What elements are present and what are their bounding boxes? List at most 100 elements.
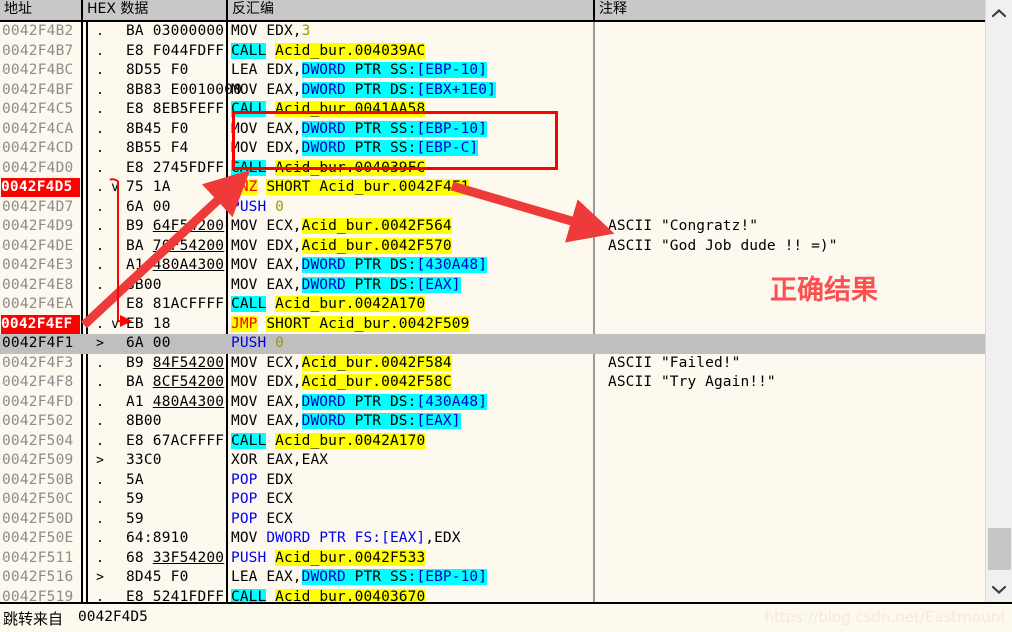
disassembly-row[interactable]: 0042F4BF. 8B83 E0010000 MOV EAX,DWORD PTR … xyxy=(0,81,985,101)
row-disassembly: PUSH 0 xyxy=(231,335,285,351)
row-flag-marker: . xyxy=(96,589,104,603)
column-header-address[interactable]: 地址 xyxy=(0,0,83,20)
row-hex-data: 8D45 F0 xyxy=(126,569,189,585)
row-comment: ASCII "Congratz!" xyxy=(608,218,759,234)
status-address: 0042F4D5 xyxy=(78,609,148,625)
row-address: 0042F4B2 xyxy=(2,23,74,39)
row-flag-marker: . xyxy=(96,82,104,98)
row-address: 0042F4C5 xyxy=(2,101,74,117)
scrollbar-thumb[interactable] xyxy=(988,528,1011,570)
annotation-label-correct-result: 正确结果 xyxy=(770,275,878,306)
row-flag-marker: . xyxy=(96,433,104,449)
disassembly-row[interactable]: 0042F4CA. 8B45 F0 MOV EAX,DWORD PTR SS:[EB… xyxy=(0,120,985,140)
vertical-scrollbar[interactable] xyxy=(985,0,1012,602)
row-flag-marker: . xyxy=(96,355,104,371)
row-hex-data: 59 xyxy=(126,510,144,527)
row-disassembly: MOV ECX,Acid_bur.0042F564 xyxy=(231,218,452,234)
column-header-comment[interactable]: 注释 xyxy=(595,0,985,20)
row-disassembly: CALL Acid_bur.0041AA58 xyxy=(231,101,426,117)
row-disassembly: POP EDX xyxy=(231,471,293,488)
row-flag-marker: . xyxy=(96,316,104,332)
row-flag-marker: . xyxy=(96,414,104,429)
row-hex-data: BA 03000000 xyxy=(126,23,225,39)
row-disassembly: CALL Acid_bur.0042A170 xyxy=(231,432,426,449)
row-address: 0042F4BF xyxy=(2,81,74,98)
row-hex-data: 59 xyxy=(126,491,144,507)
disassembly-row[interactable]: 0042F519. E8 5241FDFF CALL Acid_bur.004036… xyxy=(0,588,985,603)
disassembly-row[interactable]: 0042F4F3. B9 84F54200 MOV ECX,Acid_bur.004… xyxy=(0,354,985,374)
row-hex-data: E8 F044FDFF xyxy=(126,42,225,59)
disassembly-row[interactable]: 0042F4D0. E8 2745FDFF CALL Acid_bur.004039… xyxy=(0,159,985,179)
disassembly-row[interactable]: 0042F4DE. BA 70F54200 MOV EDX,Acid_bur.004… xyxy=(0,237,985,257)
row-address: 0042F4CD xyxy=(2,140,74,156)
row-address: 0042F4CA xyxy=(2,120,74,137)
disassembly-row[interactable]: 0042F50B. 5A POP EDX xyxy=(0,471,985,491)
row-hex-data: 8B00 xyxy=(126,276,162,293)
row-disassembly: MOV ECX,Acid_bur.0042F584 xyxy=(231,354,452,371)
row-address: 0042F502 xyxy=(2,413,74,429)
disassembly-row[interactable]: 0042F511. 68 33F54200 PUSH Acid_bur.0042F5… xyxy=(0,549,985,569)
row-disassembly: MOV EDX,Acid_bur.0042F58C xyxy=(231,374,452,390)
row-hex-data: E8 8EB5FEFF xyxy=(126,101,225,117)
disassembly-row[interactable]: 0042F50E. 64:8910 MOV DWORD PTR FS:[EAX],E… xyxy=(0,529,985,549)
row-flag-marker: . xyxy=(96,63,104,78)
disassembly-row[interactable]: 0042F4B2. BA 03000000 MOV EDX,3 xyxy=(0,22,985,42)
row-disassembly: MOV EAX,DWORD PTR DS:[EBX+1E0] xyxy=(231,81,496,98)
row-comment: ASCII "Failed!" xyxy=(608,354,741,371)
row-flag-marker: . xyxy=(96,258,104,273)
disassembly-list[interactable]: 0042F4B2. BA 03000000 MOV EDX,3 0042F4B7. E8… xyxy=(0,22,985,602)
row-disassembly: MOV EDX,Acid_bur.0042F570 xyxy=(231,237,452,254)
disassembly-row[interactable]: 0042F4BC. 8D55 F0 LEA EDX,DWORD PTR SS:[EB… xyxy=(0,61,985,81)
disassembly-row[interactable]: 0042F509 >33C0 XOR EAX,EAX xyxy=(0,451,985,471)
disassembly-row[interactable]: 0042F4FD. A1 480A4300 MOV EAX,DWORD PTR DS… xyxy=(0,393,985,413)
row-address: 0042F519 xyxy=(2,588,74,603)
row-address: 0042F4EF xyxy=(1,314,80,334)
disassembly-row[interactable]: 0042F4EF. v EB 18 JMP SHORT Acid_bur.0042F5… xyxy=(0,314,985,335)
row-hex-data: E8 67ACFFFF xyxy=(126,432,225,449)
row-flag-marker: . xyxy=(96,238,104,254)
row-hex-data: EB 18 xyxy=(126,315,171,332)
disassembly-row[interactable]: 0042F4F8. BA 8CF54200 MOV EDX,Acid_bur.004… xyxy=(0,373,985,393)
row-disassembly: MOV EAX,DWORD PTR DS:[430A48] xyxy=(231,393,488,410)
row-address: 0042F4B7 xyxy=(2,42,74,59)
disassembly-row[interactable]: 0042F50D. 59 POP ECX xyxy=(0,510,985,530)
row-address: 0042F504 xyxy=(2,432,74,449)
row-flag-marker: . xyxy=(96,472,104,488)
disassembly-row[interactable]: 0042F4CD. 8B55 F4 MOV EDX,DWORD PTR SS:[EB… xyxy=(0,139,985,159)
row-hex-data: 68 33F54200 xyxy=(126,549,225,566)
row-address: 0042F4D7 xyxy=(2,198,74,215)
disassembly-row[interactable]: 0042F4C5. E8 8EB5FEFF CALL Acid_bur.0041AA… xyxy=(0,100,985,120)
row-flag-marker: . xyxy=(96,121,104,137)
disassembly-row[interactable]: 0042F4D9. B9 64F54200 MOV ECX,Acid_bur.004… xyxy=(0,217,985,237)
disassembly-row[interactable]: 0042F502. 8B00 MOV EAX,DWORD PTR DS:[EAX] xyxy=(0,412,985,432)
row-address: 0042F4DE xyxy=(2,237,74,254)
row-hex-data: 6A 00 xyxy=(126,198,171,215)
row-address: 0042F4F3 xyxy=(2,354,74,371)
disassembly-row[interactable]: 0042F4D5. v 75 1A JNZ SHORT Acid_bur.0042F4… xyxy=(0,178,985,198)
disassembly-row[interactable]: 0042F50C. 59 POP ECX xyxy=(0,490,985,510)
row-comment: ASCII "Try Again!!" xyxy=(608,374,776,390)
row-jump-marker: v xyxy=(111,316,119,332)
row-jump-marker: v xyxy=(111,180,119,195)
row-disassembly: CALL Acid_bur.004039FC xyxy=(231,159,426,176)
disassembly-row[interactable]: 0042F504. E8 67ACFFFF CALL Acid_bur.0042A1… xyxy=(0,432,985,452)
scroll-up-button[interactable] xyxy=(986,0,1012,26)
row-address: 0042F4F8 xyxy=(2,374,74,390)
disassembly-row[interactable]: 0042F516 >8D45 F0 LEA EAX,DWORD PTR SS:[EB… xyxy=(0,568,985,588)
scroll-down-button[interactable] xyxy=(986,576,1012,602)
row-hex-data: BA 70F54200 xyxy=(126,237,225,254)
row-address: 0042F50C xyxy=(2,491,74,507)
row-disassembly: CALL Acid_bur.0042A170 xyxy=(231,296,426,312)
row-flag-marker: . xyxy=(96,24,104,39)
column-header-disassembly[interactable]: 反汇编 xyxy=(228,0,595,20)
row-hex-data: 6A 00 xyxy=(126,335,171,351)
row-hex-data: E8 81ACFFFF xyxy=(126,296,225,312)
disassembly-row[interactable]: 0042F4B7. E8 F044FDFF CALL Acid_bur.004039… xyxy=(0,42,985,62)
row-hex-data: 8B83 E0010000 xyxy=(126,81,243,98)
row-hex-data: 75 1A xyxy=(126,179,171,195)
disassembly-row[interactable]: 0042F4F1 >6A 00 PUSH 0 xyxy=(0,334,985,354)
disassembly-row[interactable]: 0042F4D7. 6A 00 PUSH 0 xyxy=(0,198,985,218)
row-flag-marker: . xyxy=(96,297,104,312)
column-header-hex-data[interactable]: HEX 数据 xyxy=(83,0,228,20)
row-flag-marker: . xyxy=(96,492,104,507)
